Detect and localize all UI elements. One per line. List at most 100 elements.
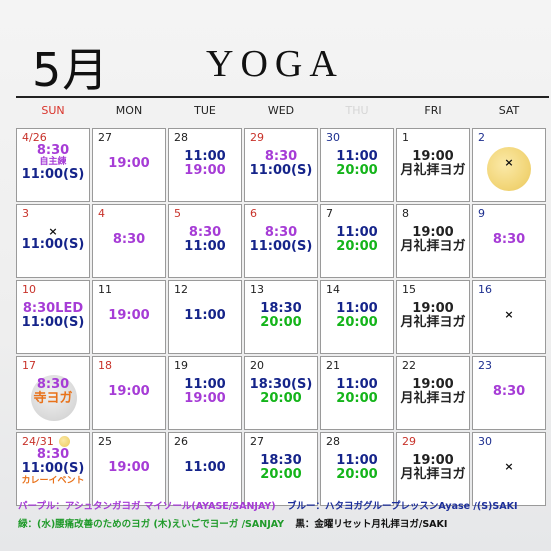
class-time: 11:00(S) [21,315,85,331]
legend-black: 黒：金曜リセット月礼拝ヨガ/SAKI [295,519,448,530]
calendar-grid: 4/26 8:30 自主練 11:00(S) 27 19:00 28 11:00 19:00 29… [16,128,550,506]
day-number: 5 [174,207,181,220]
day-number: 4 [98,207,105,220]
calendar-cell: 18 19:00 [92,356,166,430]
class-schedule: × [473,308,545,321]
class-schedule: 19:00 [93,460,165,475]
class-schedule: 8:30 11:00 [169,225,241,255]
class-time: 11:00 [336,453,378,468]
class-schedule: 8:30LED 11:00(S) [17,301,89,331]
calendar-cell: 29 19:00 月礼拝ヨガ [396,432,470,506]
weekday-sat: SAT [498,104,520,117]
calendar-cell: 27 19:00 [92,128,166,202]
day-number: 30 [326,131,340,144]
calendar-cell: 10 8:30LED 11:00(S) [16,280,90,354]
calendar-cell: 2 × [472,128,546,202]
calendar-cell: 6 8:30 11:00(S) [244,204,318,278]
class-time: 月礼拝ヨガ [400,467,466,483]
day-number: 27 [250,435,264,448]
class-time: 8:30 [112,232,146,247]
day-number: 26 [174,435,188,448]
calendar-cell: 3 × 11:00(S) [16,204,90,278]
class-time: 18:30 [260,301,302,316]
calendar-cell: 5 8:30 11:00 [168,204,242,278]
class-schedule: 11:00 19:00 [169,377,241,407]
calendar-cell: 28 11:00 20:00 [320,432,394,506]
class-schedule: × [473,460,545,473]
class-time: 11:00 [184,460,226,475]
day-number: 11 [98,283,112,296]
class-time: 11:00 [184,377,226,392]
class-schedule: 8:30 11:00(S) [245,225,317,255]
class-time: 月礼拝ヨガ [400,315,466,331]
class-time: 8:30 [188,225,222,240]
class-schedule: × 11:00(S) [17,225,89,253]
class-schedule: 11:00 [169,308,241,323]
class-time: 20:00 [336,467,378,483]
class-schedule: 11:00 [169,460,241,475]
class-schedule: 8:30 自主練 11:00(S) [17,143,89,182]
day-number: 25 [98,435,112,448]
weekday-thu: THU [345,104,369,117]
class-time: 20:00 [336,163,378,179]
weekday-tue: TUE [194,104,216,117]
closed-mark: × [504,156,514,169]
class-schedule: 8:30 [473,384,545,399]
calendar-cell: 8 19:00 月礼拝ヨガ [396,204,470,278]
class-schedule: 19:00 [93,308,165,323]
class-schedule: 11:00 20:00 [321,301,393,331]
class-schedule: 19:00 月礼拝ヨガ [397,149,469,179]
class-time: 11:00(S) [21,237,85,253]
calendar-cell: 30 × [472,432,546,506]
calendar-cell: 21 11:00 20:00 [320,356,394,430]
header-divider [16,96,549,98]
class-time: 19:00 [108,384,150,399]
day-number: 16 [478,283,492,296]
calendar-cell: 7 11:00 20:00 [320,204,394,278]
calendar-cell: 29 8:30 11:00(S) [244,128,318,202]
calendar-cell: 9 8:30 [472,204,546,278]
calendar-cell: 11 19:00 [92,280,166,354]
class-time: 11:00 [336,225,378,240]
weekday-mon: MON [115,104,143,117]
class-time: 19:00 [108,460,150,475]
closed-mark: × [504,308,514,321]
calendar-cell: 26 11:00 [168,432,242,506]
class-schedule: 19:00 月礼拝ヨガ [397,377,469,407]
calendar-cell: 1 19:00 月礼拝ヨガ [396,128,470,202]
calendar-cell: 17 8:30 寺ヨガ [16,356,90,430]
class-time: 11:00 [336,301,378,316]
day-number: 7 [326,207,333,220]
calendar-cell: 15 19:00 月礼拝ヨガ [396,280,470,354]
class-time: 8:30 [36,447,70,462]
calendar-cell: 13 18:30 20:00 [244,280,318,354]
class-schedule: 19:00 月礼拝ヨガ [397,225,469,255]
calendar-cell: 4/26 8:30 自主練 11:00(S) [16,128,90,202]
class-time: 11:00(S) [249,163,313,179]
class-time: 18:30 [260,453,302,468]
day-number: 3 [22,207,29,220]
calendar-cell: 12 11:00 [168,280,242,354]
class-time: 11:00 [336,149,378,164]
legend-row-1: パープル：アシュタンガヨガ マイソール(AYASE/SANJAY) ブルー：ハタ… [18,498,548,516]
class-schedule: 11:00 20:00 [321,225,393,255]
weekday-fri: FRI [424,104,442,117]
legend-row-2: 緑：(水)腰痛改善のためのヨガ (木)えいごでヨーガ /SANJAY 黒：金曜リ… [18,516,548,534]
month-title: 5月 [32,43,110,97]
class-schedule: 18:30 20:00 [245,453,317,483]
calendar-cell: 24/31 8:30 11:00(S) カレーイベント [16,432,90,506]
class-time: 8:30LED [22,301,84,316]
class-time: 8:30 [264,225,298,240]
class-schedule: 8:30 寺ヨガ [17,377,89,407]
day-number: 20 [250,359,264,372]
legend-purple: パープル：アシュタンガヨガ マイソール(AYASE/SANJAY) [18,501,276,512]
class-time: 20:00 [260,315,302,331]
day-number: 21 [326,359,340,372]
day-number: 13 [250,283,264,296]
class-time: 月礼拝ヨガ [400,239,466,255]
calendar-cell: 16 × [472,280,546,354]
day-number: 10 [22,283,36,296]
day-number: 14 [326,283,340,296]
class-time: 月礼拝ヨガ [400,163,466,179]
calendar-cell: 23 8:30 [472,356,546,430]
